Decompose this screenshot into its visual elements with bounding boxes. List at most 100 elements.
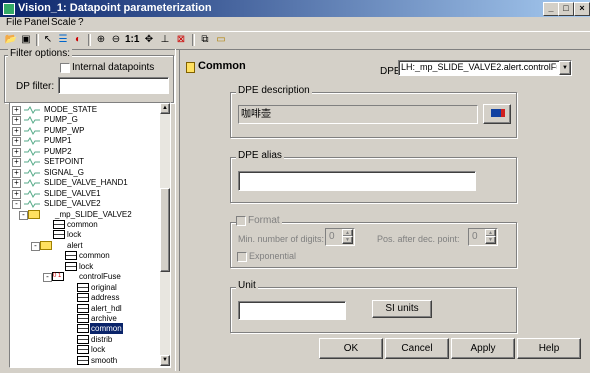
pos-after-value: 0 — [472, 231, 478, 242]
panel-splitter[interactable] — [175, 49, 180, 371]
tree-row[interactable]: lock — [10, 344, 160, 355]
tree-row[interactable]: - _mp_SLIDE_VALVE2 — [10, 209, 160, 220]
tree-row[interactable]: -0 1 controlFuse — [10, 271, 160, 283]
tree-row[interactable]: - alert — [10, 240, 160, 251]
tree-row[interactable]: + PUMP_G — [10, 114, 160, 126]
apply-button[interactable]: Apply — [451, 338, 515, 359]
tree-row[interactable]: common — [10, 250, 160, 261]
network-icon[interactable]: ⧉ — [198, 33, 212, 47]
scroll-down-button[interactable]: ▼ — [160, 355, 170, 366]
tree-item-label: common — [67, 219, 98, 229]
pos-after-down-icon[interactable]: ▼ — [485, 236, 496, 244]
exponential-label: Exponential — [249, 251, 297, 261]
zoom-in-icon[interactable]: ⊕ — [94, 33, 108, 47]
close-button[interactable]: × — [574, 2, 590, 16]
tree-item-label: _mp_SLIDE_VALVE2 — [55, 209, 132, 219]
tree-row[interactable]: lock — [10, 261, 160, 272]
tree-row[interactable]: alert_hdl — [10, 303, 160, 314]
dpe-dropdown-arrow-icon[interactable]: ▼ — [559, 61, 571, 75]
tree-row[interactable]: original — [10, 282, 160, 293]
si-units-button[interactable]: SI units — [372, 300, 432, 318]
tree-row[interactable]: + SLIDE_VALVE_HAND1 — [10, 177, 160, 189]
datapoint-tree-icon — [24, 126, 40, 135]
cancel-button[interactable]: Cancel — [385, 338, 449, 359]
dpe-description-field[interactable]: 咖啡壶 — [238, 105, 478, 124]
filter-options-label: Filter options: — [8, 48, 73, 59]
tree-item-label: controlFuse — [79, 272, 121, 282]
move-icon[interactable]: ✥ — [142, 33, 156, 47]
maximize-button[interactable]: □ — [558, 2, 574, 16]
tree-row[interactable]: + SIGNAL_G — [10, 167, 160, 178]
internal-datapoints-checkbox[interactable] — [60, 63, 70, 73]
save-icon[interactable]: ▣ — [19, 33, 33, 47]
tree-item-label: SLIDE_VALVE1 — [44, 188, 101, 198]
config-icon — [77, 345, 89, 355]
delete-icon[interactable]: ⊠ — [174, 33, 188, 47]
menu-file[interactable]: File — [6, 17, 22, 28]
dp-filter-input[interactable] — [58, 77, 169, 94]
ok-button[interactable]: OK — [319, 338, 383, 359]
tree-row[interactable]: + PUMP2 — [10, 146, 160, 157]
tree-row[interactable]: + PUMP_WP — [10, 125, 160, 136]
tree-row[interactable]: + SETPOINT — [10, 156, 160, 168]
menu-help[interactable]: ? — [78, 17, 84, 28]
exponential-checkbox[interactable] — [237, 252, 247, 262]
min-digits-spinner[interactable]: 0 ▲ ▼ — [325, 228, 355, 246]
config-icon — [77, 314, 89, 323]
minimize-button[interactable]: _ — [543, 2, 559, 16]
tree-row[interactable]: + MODE_STATE — [10, 104, 160, 115]
tree-scrollbar[interactable]: ▲ ▼ — [160, 103, 170, 366]
zoom-out-icon[interactable]: ⊖ — [109, 33, 123, 47]
config-icon — [77, 355, 89, 365]
dp-filter-label: DP filter: — [16, 81, 55, 92]
datapoint-icon — [24, 126, 40, 135]
tree-row[interactable]: lock — [10, 229, 160, 240]
tree-row[interactable]: common — [10, 323, 160, 335]
menu-panel[interactable]: Panel — [24, 17, 50, 28]
tree-icon[interactable]: ☰ — [56, 33, 70, 47]
tree-row[interactable]: + SLIDE_VALVE1 — [10, 188, 160, 199]
help-button[interactable]: Help — [517, 338, 581, 359]
tree-row[interactable]: address — [10, 292, 160, 303]
menu-scale[interactable]: Scale — [51, 17, 76, 28]
pos-after-spinner[interactable]: 0 ▲ ▼ — [468, 228, 498, 246]
tree-row[interactable]: + PUMP1 — [10, 135, 160, 147]
tree-item-label: lock — [79, 261, 94, 271]
window-title: Vision_1: Datapoint parameterization — [18, 2, 212, 14]
format-checkbox[interactable] — [236, 216, 246, 226]
folder-icon[interactable]: ▭ — [214, 33, 228, 47]
zoom-reset-icon[interactable]: 1:1 — [125, 33, 139, 47]
pos-after-label: Pos. after dec. point: — [377, 234, 460, 244]
align-icon[interactable]: ⊥ — [158, 33, 172, 47]
tree-item-label: archive — [91, 314, 117, 323]
tree-row[interactable]: archive — [10, 313, 160, 324]
dpe-select-value: LH:_mp_SLIDE_VALVE2.alert.controlFuse — [401, 62, 557, 72]
tree-row[interactable]: - SLIDE_VALVE2 — [10, 198, 160, 210]
color-icon[interactable]: ◐ — [71, 33, 85, 47]
tree-item-label: SLIDE_VALVE_HAND1 — [44, 178, 128, 188]
open-folder-icon[interactable]: 📂 — [4, 33, 18, 47]
tree-row[interactable]: distrib — [10, 334, 160, 345]
select-arrow-icon[interactable]: ↖ — [41, 33, 55, 47]
format-label: Format — [246, 215, 282, 226]
min-digits-down-icon[interactable]: ▼ — [342, 236, 353, 244]
panel-heading: Common — [198, 60, 246, 72]
datapoint-tree-icon — [24, 189, 40, 198]
bit-type-icon: 0 1 — [52, 272, 64, 282]
tree-item-label: PUMP1 — [44, 136, 72, 146]
unit-input[interactable] — [238, 301, 346, 320]
datapoint-icon — [24, 200, 40, 209]
tree-row[interactable]: smooth — [10, 355, 160, 366]
dpe-alias-input[interactable] — [238, 171, 476, 191]
tree-item-label: SIGNAL_G — [44, 167, 85, 177]
scroll-up-button[interactable]: ▲ — [160, 103, 170, 114]
tree-item-label: alert_hdl — [91, 303, 122, 313]
language-edit-button[interactable] — [483, 104, 511, 124]
tree-item-label: common — [90, 323, 123, 335]
datapoint-tree[interactable]: + MODE_STATE + PUMP_G + PUMP_WP + PUMP1 + PUMP2 + S… — [9, 102, 171, 368]
tree-item-label: address — [91, 293, 120, 303]
unit-label: Unit — [236, 280, 258, 291]
tree-row[interactable]: common — [10, 219, 160, 230]
scroll-thumb[interactable] — [160, 188, 170, 272]
dpe-select[interactable]: LH:_mp_SLIDE_VALVE2.alert.controlFuse ▼ — [398, 60, 572, 76]
